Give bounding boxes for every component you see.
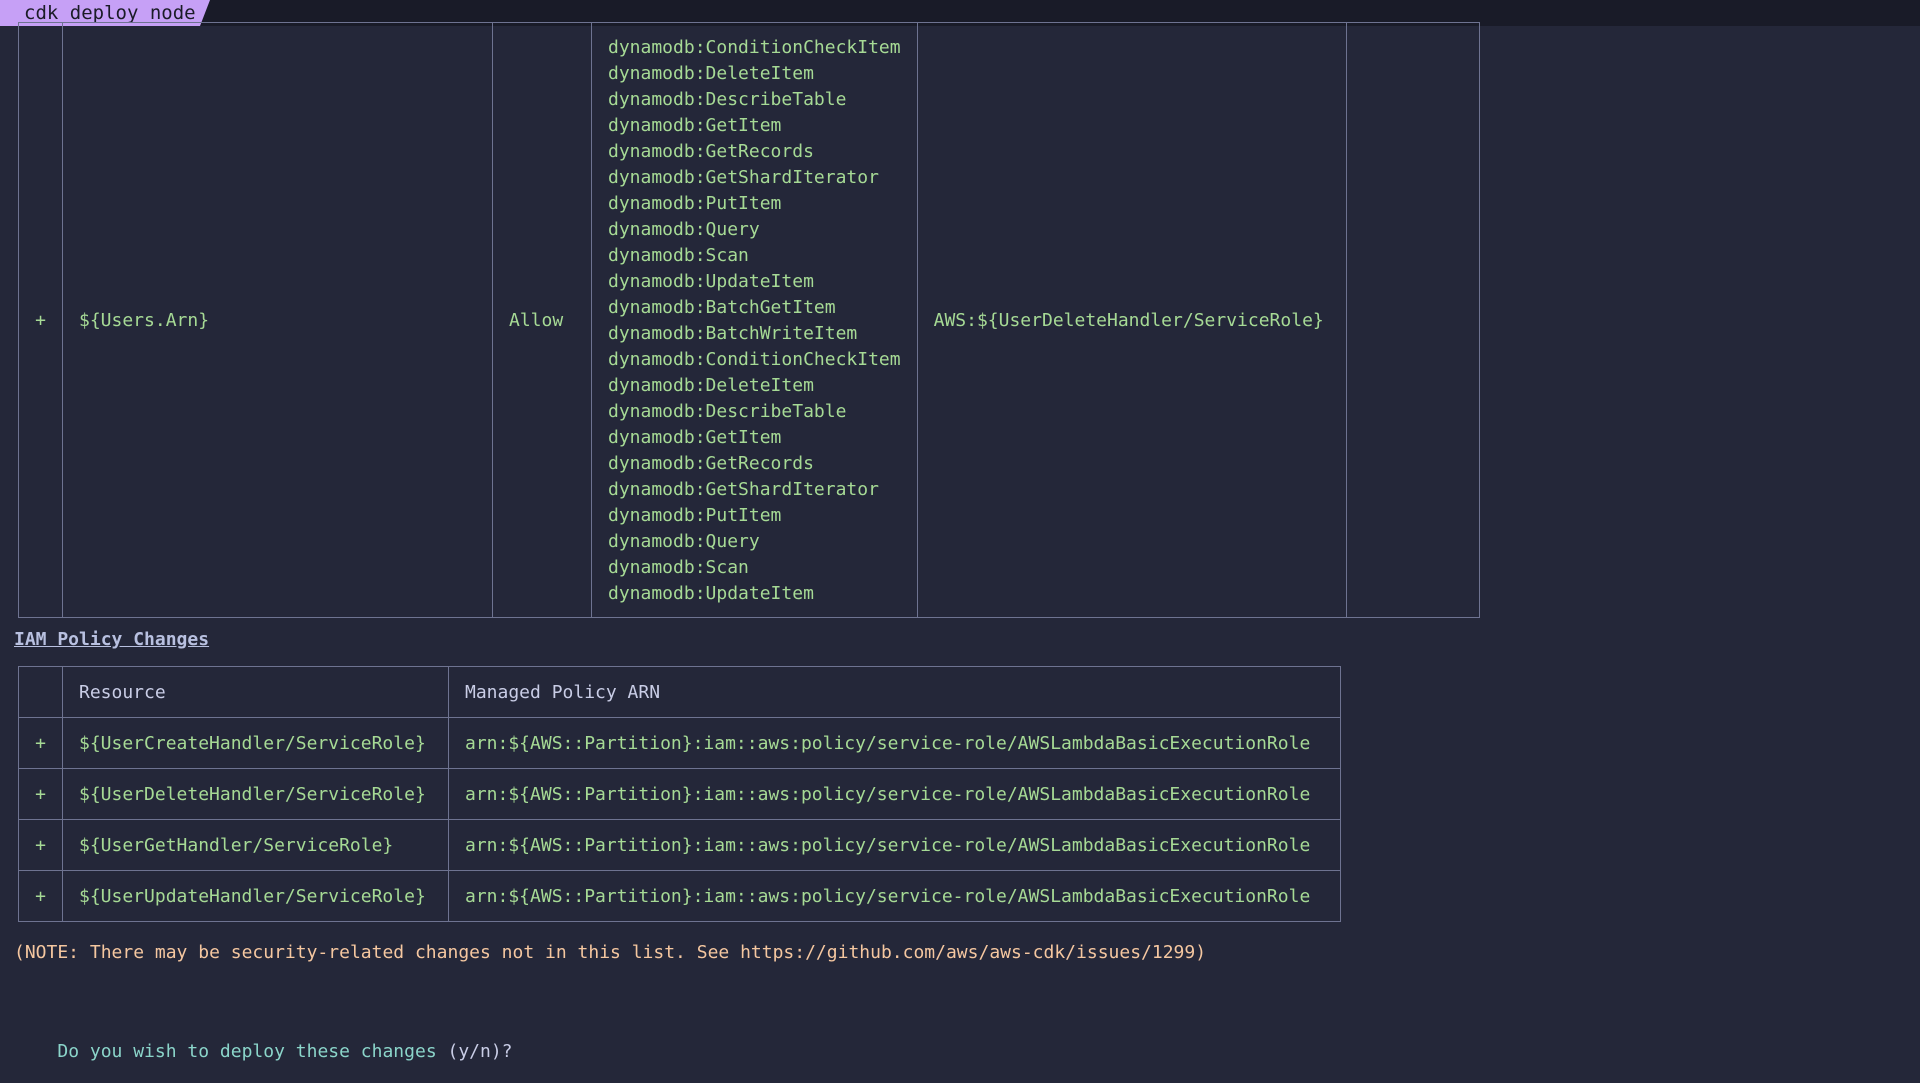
resource-cell: ${UserCreateHandler/ServiceRole} bbox=[62, 717, 449, 769]
iam-policy-changes-table: Resource Managed Policy ARN + ${UserCrea… bbox=[18, 666, 1341, 922]
action-item: dynamodb:GetRecords bbox=[608, 453, 814, 474]
action-item: dynamodb:PutItem bbox=[608, 505, 782, 526]
action-item: dynamodb:UpdateItem bbox=[608, 271, 814, 292]
action-item: dynamodb:DescribeTable bbox=[608, 89, 847, 110]
arn-cell: arn:${AWS::Partition}:iam::aws:policy/se… bbox=[448, 768, 1341, 820]
condition-cell bbox=[1345, 22, 1480, 618]
table-row: + ${Users.Arn} Allow dynamodb:ConditionC… bbox=[18, 22, 1480, 618]
iam-statement-table: + ${Users.Arn} Allow dynamodb:ConditionC… bbox=[18, 22, 1480, 618]
change-marker: + bbox=[18, 819, 63, 871]
action-item: dynamodb:BatchGetItem bbox=[608, 297, 836, 318]
action-item: dynamodb:GetRecords bbox=[608, 141, 814, 162]
action-item: dynamodb:Scan bbox=[608, 557, 749, 578]
arn-cell: arn:${AWS::Partition}:iam::aws:policy/se… bbox=[448, 717, 1341, 769]
action-item: dynamodb:DeleteItem bbox=[608, 63, 814, 84]
action-item: dynamodb:Query bbox=[608, 219, 760, 240]
action-item: dynamodb:GetShardIterator bbox=[608, 167, 879, 188]
terminal-output[interactable]: + ${Users.Arn} Allow dynamodb:ConditionC… bbox=[0, 22, 1920, 1062]
column-header-change bbox=[18, 666, 63, 718]
resource-cell: ${Users.Arn} bbox=[62, 22, 493, 618]
action-item: dynamodb:ConditionCheckItem bbox=[608, 37, 901, 58]
table-row: + ${UserGetHandler/ServiceRole} arn:${AW… bbox=[18, 819, 1341, 871]
action-item: dynamodb:DescribeTable bbox=[608, 401, 847, 422]
change-marker: + bbox=[18, 717, 63, 769]
action-item: dynamodb:UpdateItem bbox=[608, 583, 814, 604]
action-item: dynamodb:GetItem bbox=[608, 115, 782, 136]
table-header-row: Resource Managed Policy ARN bbox=[18, 666, 1341, 718]
action-item: dynamodb:ConditionCheckItem bbox=[608, 349, 901, 370]
action-item: dynamodb:DeleteItem bbox=[608, 375, 814, 396]
prompt-options: (y/n)? bbox=[436, 1041, 513, 1062]
action-item: dynamodb:GetItem bbox=[608, 427, 782, 448]
action-item: dynamodb:GetShardIterator bbox=[608, 479, 879, 500]
action-item: dynamodb:PutItem bbox=[608, 193, 782, 214]
arn-cell: arn:${AWS::Partition}:iam::aws:policy/se… bbox=[448, 870, 1341, 922]
iam-policy-changes-heading: IAM Policy Changes bbox=[14, 629, 210, 650]
deploy-prompt[interactable]: Do you wish to deploy these changes (y/n… bbox=[14, 1020, 513, 1083]
change-marker: + bbox=[18, 768, 63, 820]
resource-cell: ${UserDeleteHandler/ServiceRole} bbox=[62, 768, 449, 820]
change-marker: + bbox=[18, 22, 63, 618]
table-row: + ${UserCreateHandler/ServiceRole} arn:$… bbox=[18, 717, 1341, 769]
prompt-question: Do you wish to deploy these changes bbox=[57, 1041, 437, 1062]
arn-cell: arn:${AWS::Partition}:iam::aws:policy/se… bbox=[448, 819, 1341, 871]
table-row: + ${UserDeleteHandler/ServiceRole} arn:$… bbox=[18, 768, 1341, 820]
actions-cell: dynamodb:ConditionCheckItem dynamodb:Del… bbox=[591, 22, 918, 618]
effect-cell: Allow bbox=[492, 22, 592, 618]
principal-cell: AWS:${UserDeleteHandler/ServiceRole} bbox=[916, 22, 1347, 618]
action-item: dynamodb:Scan bbox=[608, 245, 749, 266]
resource-cell: ${UserGetHandler/ServiceRole} bbox=[62, 819, 449, 871]
change-marker: + bbox=[18, 870, 63, 922]
resource-cell: ${UserUpdateHandler/ServiceRole} bbox=[62, 870, 449, 922]
security-note: (NOTE: There may be security-related cha… bbox=[14, 942, 1207, 963]
table-row: + ${UserUpdateHandler/ServiceRole} arn:$… bbox=[18, 870, 1341, 922]
column-header-resource: Resource bbox=[62, 666, 449, 718]
column-header-arn: Managed Policy ARN bbox=[448, 666, 1341, 718]
action-item: dynamodb:Query bbox=[608, 531, 760, 552]
action-item: dynamodb:BatchWriteItem bbox=[608, 323, 858, 344]
